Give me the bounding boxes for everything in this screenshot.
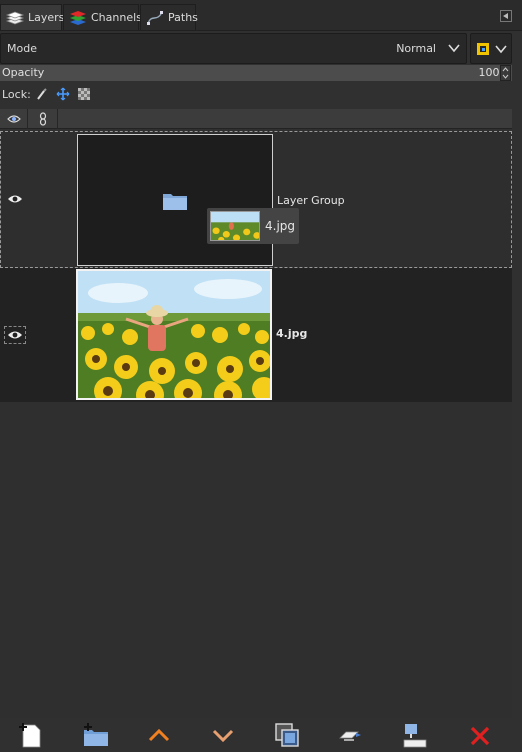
tab-channels-label: Channels — [91, 11, 142, 24]
layers-icon — [5, 9, 25, 27]
layer-name[interactable]: 4.jpg — [276, 327, 307, 340]
panel-menu-button[interactable] — [500, 10, 512, 22]
tab-layers-label: Layers — [28, 11, 65, 24]
mode-row: Mode Normal — [0, 33, 522, 64]
tab-channels[interactable]: Channels — [63, 4, 142, 30]
mode-label: Mode — [7, 42, 37, 55]
anchor-layer-icon — [339, 731, 361, 741]
merge-layer-button[interactable] — [400, 720, 430, 750]
eye-icon[interactable] — [7, 193, 27, 207]
sunflower-photo — [78, 271, 270, 398]
composite-mode-icon — [476, 42, 490, 56]
new-layer-group-button[interactable] — [81, 720, 111, 750]
lock-label: Lock: — [2, 87, 31, 101]
dock-tab-bar: Layers Channels Paths — [0, 0, 522, 31]
visibility-column-header[interactable] — [0, 109, 28, 129]
lock-alpha-icon[interactable] — [77, 87, 91, 101]
tab-layers[interactable]: Layers — [0, 4, 65, 30]
tab-paths-label: Paths — [168, 11, 198, 24]
eye-icon — [7, 113, 21, 125]
layers-toolbar — [0, 718, 522, 752]
raise-layer-button[interactable] — [144, 720, 174, 750]
chain-icon — [38, 112, 48, 126]
layers-list[interactable]: Layer Group 4.jpg 4.jpg — [0, 130, 512, 718]
duplicate-layer-button[interactable] — [272, 720, 302, 750]
lower-layer-button[interactable] — [208, 720, 238, 750]
opacity-label: Opacity — [2, 66, 45, 79]
mode-value: Normal — [396, 42, 436, 55]
composite-mode-button[interactable] — [470, 33, 512, 64]
lock-row: Lock: — [0, 85, 91, 103]
opacity-spin-button[interactable] — [500, 65, 511, 81]
drag-preview-tooltip: 4.jpg — [207, 208, 299, 244]
new-layer-group-icon — [84, 723, 108, 746]
folder-icon — [162, 191, 188, 211]
drag-preview-thumbnail — [210, 211, 260, 241]
layer-row-image[interactable]: 4.jpg — [0, 268, 512, 402]
layer-group-thumbnail — [77, 134, 273, 266]
chain-column-header[interactable] — [28, 109, 58, 129]
lock-pixels-icon[interactable] — [35, 87, 49, 101]
anchor-layer-button[interactable] — [336, 720, 366, 750]
paths-icon — [145, 9, 165, 27]
duplicate-layer-icon — [275, 723, 299, 747]
lock-position-icon[interactable] — [56, 87, 70, 101]
eye-icon[interactable] — [4, 326, 26, 344]
delete-layer-icon — [470, 726, 490, 746]
delete-layer-button[interactable] — [465, 720, 495, 750]
chevron-down-icon — [495, 43, 507, 55]
layers-list-header — [0, 109, 512, 129]
tab-paths[interactable]: Paths — [140, 4, 198, 30]
mode-select[interactable]: Mode Normal — [0, 33, 467, 64]
raise-layer-icon — [148, 728, 170, 742]
new-layer-icon — [19, 723, 41, 748]
layer-row-group[interactable]: Layer Group 4.jpg — [0, 131, 512, 268]
opacity-slider[interactable]: Opacity 100,0 — [0, 65, 512, 81]
layer-name[interactable]: Layer Group — [277, 194, 345, 207]
chevron-down-icon — [448, 42, 460, 54]
lower-layer-icon — [212, 729, 234, 743]
merge-layer-icon — [403, 724, 427, 748]
drag-preview-label: 4.jpg — [265, 219, 296, 233]
layer-image-thumbnail — [76, 269, 272, 400]
channels-icon — [68, 9, 88, 27]
new-layer-button[interactable] — [16, 720, 46, 750]
